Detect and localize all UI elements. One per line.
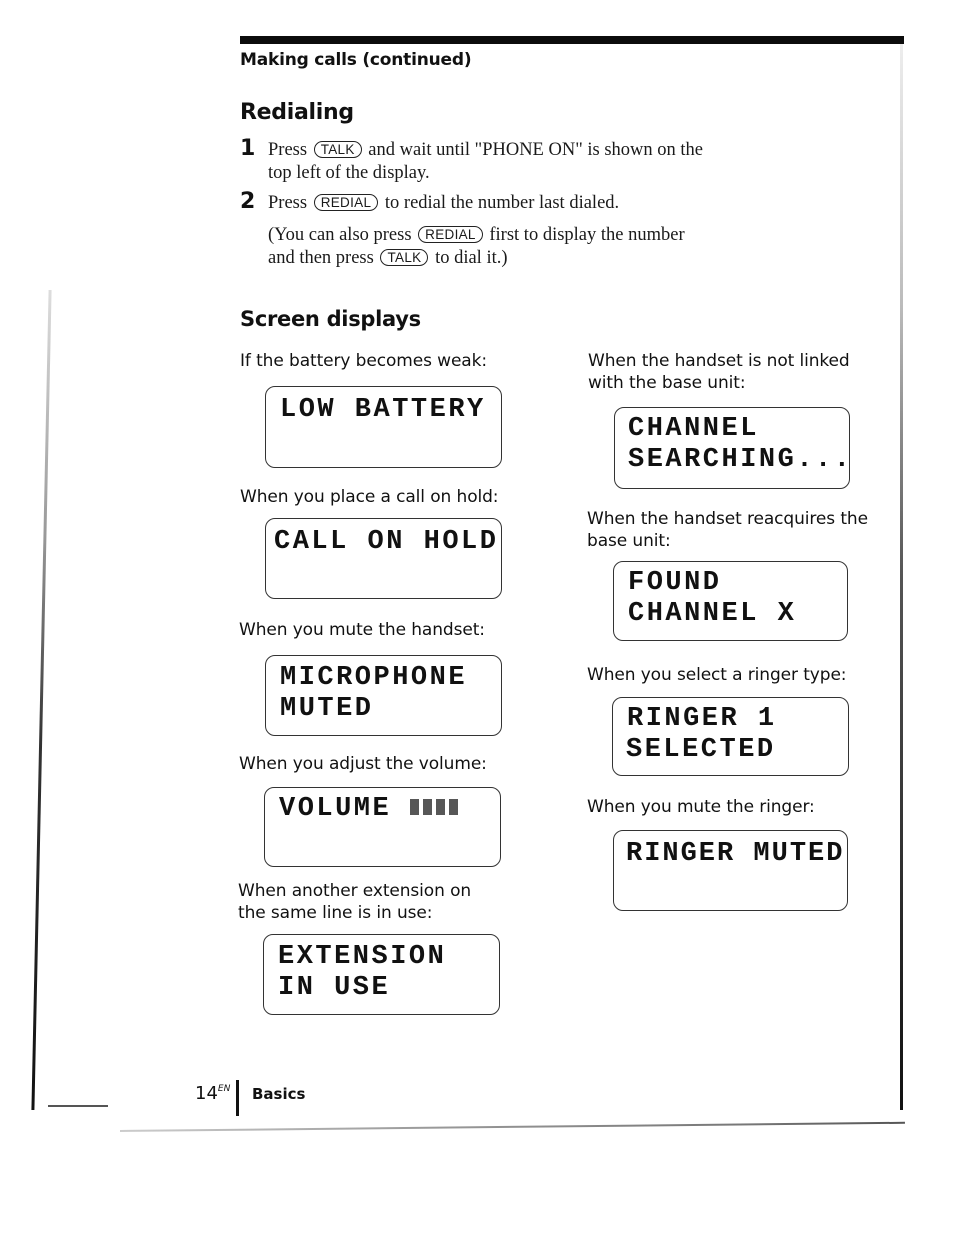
lcd-line: LOW BATTERY (280, 395, 486, 425)
caption-extension-in-use: When another extension on the same line … (238, 880, 471, 924)
lcd-line: MUTED (280, 694, 374, 724)
lcd-low-battery: LOW BATTERY (265, 386, 502, 468)
page-bottom-edge (119, 1121, 905, 1132)
step-text: and wait until "PHONE ON" is shown on th… (368, 140, 704, 160)
lcd-ringer-muted: RINGER MUTED (613, 830, 848, 911)
footer-divider (236, 1080, 239, 1116)
step-number: 2 (240, 189, 256, 214)
lcd-line: CHANNEL X (628, 599, 797, 629)
caption-ringer-muted: When you mute the ringer: (587, 797, 815, 817)
lcd-call-on-hold: CALL ON HOLD (265, 518, 502, 599)
lcd-line: EXTENSION (278, 942, 447, 972)
section-title-redialing: Redialing (240, 100, 354, 125)
note-text: first to display the number (489, 225, 685, 245)
page-left-edge (31, 290, 52, 1110)
step-text: Press (268, 140, 308, 160)
lcd-line: VOLUME (265, 788, 500, 825)
volume-label: VOLUME (279, 794, 392, 824)
redial-key: REDIAL (418, 226, 483, 243)
note-text: (You can also press (268, 225, 412, 245)
lcd-line: CHANNEL (628, 414, 759, 444)
caption-ringer-selected: When you select a ringer type: (587, 665, 847, 685)
note-text: and then press (268, 248, 374, 268)
caption-call-on-hold: When you place a call on hold: (240, 487, 499, 507)
volume-bar (409, 799, 419, 815)
lcd-found-channel: FOUND CHANNEL X (613, 561, 848, 641)
talk-key: TALK (380, 249, 429, 266)
lcd-line: CALL ON HOLD (274, 527, 499, 557)
page-number: 14EN (195, 1083, 230, 1104)
caption-microphone-muted: When you mute the handset: (239, 620, 485, 640)
lcd-line: MICROPHONE (280, 663, 468, 693)
caption-line: When the handset reacquires the (587, 509, 868, 529)
caption-channel-searching: When the handset is not linked with the … (588, 350, 850, 394)
redial-note: (You can also press REDIAL first to disp… (268, 224, 685, 270)
lcd-extension-in-use: EXTENSION IN USE (263, 934, 500, 1015)
page-corner-mark (48, 1105, 108, 1107)
volume-level-indicator (409, 794, 462, 824)
lcd-channel-searching: CHANNEL SEARCHING... (614, 407, 850, 489)
page-right-edge (900, 40, 903, 1110)
volume-bar (448, 799, 458, 815)
page-number-value: 14 (195, 1083, 218, 1104)
step-text: top left of the display. (268, 163, 430, 183)
caption-line: base unit: (587, 531, 671, 551)
lcd-line: SEARCHING... (628, 445, 853, 475)
lcd-line: IN USE (278, 973, 391, 1003)
top-rule (240, 36, 904, 44)
note-text: to dial it.) (435, 248, 508, 268)
caption-line: with the base unit: (588, 373, 746, 393)
lcd-volume: VOLUME (264, 787, 501, 867)
redial-key: REDIAL (313, 194, 379, 211)
step-2-text: Press REDIAL to redial the number last d… (268, 192, 619, 215)
step-1-text: Press TALK and wait until "PHONE ON" is … (268, 139, 703, 185)
volume-bar (435, 799, 445, 815)
lcd-line: FOUND (628, 568, 722, 598)
running-head: Making calls (continued) (240, 50, 472, 70)
lcd-line: SELECTED (626, 735, 776, 765)
page-language-suffix: EN (217, 1084, 231, 1094)
lcd-ringer-selected: RINGER 1 SELECTED (612, 697, 849, 776)
caption-volume: When you adjust the volume: (239, 754, 487, 774)
footer-section-label: Basics (252, 1085, 306, 1103)
step-number: 1 (240, 136, 256, 161)
step-text: Press (268, 193, 308, 213)
step-text: to redial the number last dialed. (384, 193, 620, 213)
lcd-line: RINGER MUTED (626, 839, 845, 869)
caption-line: When the handset is not linked (588, 351, 850, 371)
caption-line: the same line is in use: (238, 903, 433, 923)
caption-line: When another extension on (238, 881, 472, 901)
caption-found-channel: When the handset reacquires the base uni… (587, 508, 868, 552)
talk-key: TALK (313, 141, 362, 158)
volume-bar (422, 799, 432, 815)
lcd-line: RINGER 1 (627, 704, 777, 734)
section-title-screen-displays: Screen displays (240, 307, 421, 331)
caption-low-battery: If the battery becomes weak: (240, 351, 487, 371)
lcd-microphone-muted: MICROPHONE MUTED (265, 655, 502, 736)
